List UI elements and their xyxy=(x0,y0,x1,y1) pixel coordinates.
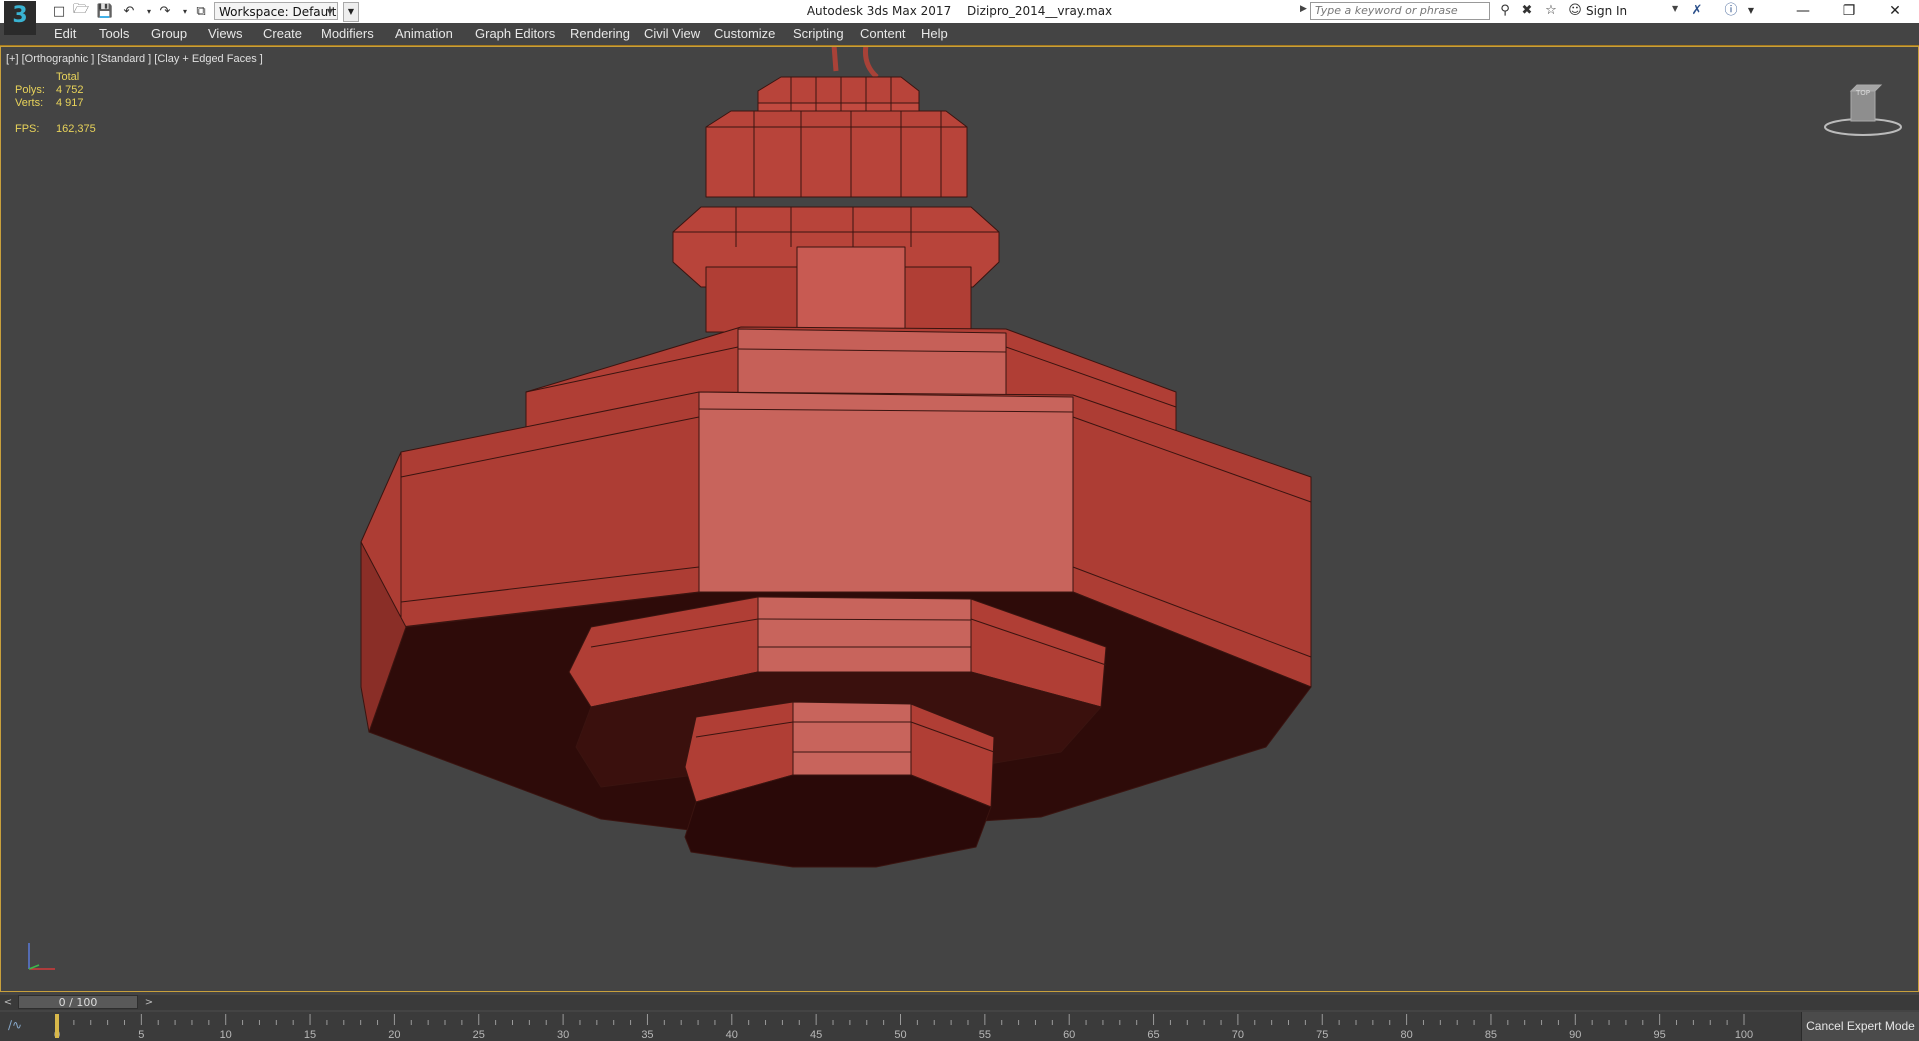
exchange-icon[interactable]: ✗ xyxy=(1688,3,1706,19)
track-tick-label: 45 xyxy=(810,1029,822,1041)
binoculars-icon[interactable]: ⚲ xyxy=(1496,3,1514,19)
track-bar-ruler[interactable]: 0510152025303540455055606570758085909510… xyxy=(0,1012,1800,1041)
file-name: Dizipro_2014__vray.max xyxy=(967,4,1113,18)
previous-frame-button[interactable]: < xyxy=(2,995,14,1010)
help-icon[interactable]: ⓘ xyxy=(1722,3,1740,19)
menu-group[interactable]: Group xyxy=(151,26,187,41)
track-tick-label: 20 xyxy=(388,1029,400,1041)
track-tick-label: 85 xyxy=(1485,1029,1497,1041)
next-frame-button[interactable]: > xyxy=(143,995,155,1010)
track-tick-label: 10 xyxy=(220,1029,232,1041)
close-icon[interactable]: ✕ xyxy=(1872,0,1918,22)
stats-verts-value: 4 917 xyxy=(56,97,84,109)
tools-icon[interactable]: ✖ xyxy=(1518,3,1536,19)
minimize-icon[interactable]: — xyxy=(1780,0,1826,22)
sign-in-button[interactable]: Sign In xyxy=(1586,4,1627,18)
track-tick-label: 70 xyxy=(1232,1029,1244,1041)
track-tick-label: 90 xyxy=(1569,1029,1581,1041)
stats-verts-label: Verts: xyxy=(15,97,44,109)
restore-icon[interactable]: ❐ xyxy=(1826,0,1872,22)
stats-polys-label: Polys: xyxy=(15,84,45,96)
track-tick-label: 55 xyxy=(979,1029,991,1041)
track-tick-label: 35 xyxy=(641,1029,653,1041)
menu-rendering[interactable]: Rendering xyxy=(570,26,630,41)
chevron-down-icon[interactable]: ▼ xyxy=(1672,4,1678,13)
menu-scripting[interactable]: Scripting xyxy=(793,26,844,41)
viewport-perspective[interactable]: [+] [Orthographic ] [Standard ] [Clay + … xyxy=(0,46,1919,992)
viewcube-label: TOP xyxy=(1855,89,1870,97)
time-slider[interactable]: < 0 / 100 > xyxy=(0,995,1919,1010)
track-tick-label: 5 xyxy=(138,1029,144,1041)
search-input[interactable]: Type a keyword or phrase xyxy=(1310,2,1490,20)
menu-customize[interactable]: Customize xyxy=(714,26,775,41)
track-tick-label: 30 xyxy=(557,1029,569,1041)
menu-tools[interactable]: Tools xyxy=(99,26,129,41)
help-dropdown-icon[interactable]: ▼ xyxy=(1742,3,1760,19)
current-frame-marker[interactable] xyxy=(55,1014,59,1038)
viewport-label[interactable]: [+] [Orthographic ] [Standard ] [Clay + … xyxy=(6,53,263,65)
window-title: Autodesk 3ds Max 2017 Dizipro_2014__vray… xyxy=(0,4,1919,18)
menu-civil-view[interactable]: Civil View xyxy=(644,26,700,41)
track-tick-label: 25 xyxy=(473,1029,485,1041)
menu-create[interactable]: Create xyxy=(263,26,302,41)
track-tick-label: 50 xyxy=(894,1029,906,1041)
curve-editor-icon[interactable]: ∕∿ xyxy=(8,1015,32,1035)
lamp-model[interactable] xyxy=(1,47,1918,991)
user-icon[interactable]: ☺ xyxy=(1566,3,1584,19)
menu-animation[interactable]: Animation xyxy=(395,26,453,41)
stats-fps-label: FPS: xyxy=(15,123,40,135)
menu-edit[interactable]: Edit xyxy=(54,26,76,41)
track-bar[interactable]: 0510152025303540455055606570758085909510… xyxy=(0,1012,1919,1041)
app-name: Autodesk 3ds Max 2017 xyxy=(806,4,952,18)
app-logo[interactable]: 3 xyxy=(4,1,36,35)
viewcube-icon[interactable]: TOP xyxy=(1821,81,1905,141)
menu-content[interactable]: Content xyxy=(860,26,906,41)
menu-help[interactable]: Help xyxy=(921,26,948,41)
time-slider-thumb[interactable]: 0 / 100 xyxy=(18,995,138,1009)
track-tick-label: 80 xyxy=(1400,1029,1412,1041)
track-tick-label: 40 xyxy=(726,1029,738,1041)
track-tick-label: 75 xyxy=(1316,1029,1328,1041)
menu-graph-editors[interactable]: Graph Editors xyxy=(475,26,555,41)
track-tick-label: 65 xyxy=(1147,1029,1159,1041)
stats-total-label: Total xyxy=(56,71,80,83)
track-tick-label: 95 xyxy=(1654,1029,1666,1041)
menu-bar: Edit Tools Group Views Create Modifiers … xyxy=(0,23,1919,46)
stats-fps-value: 162,375 xyxy=(56,123,96,135)
search-expand-icon[interactable]: ▶ xyxy=(1300,4,1307,14)
track-tick-label: 15 xyxy=(304,1029,316,1041)
title-bar: 3 □ 🗁 💾 ↶ ▾ ↷ ▾ ⧉ Workspace: Default ▼ ▼… xyxy=(0,0,1919,35)
star-icon[interactable]: ☆ xyxy=(1542,3,1560,19)
track-tick-label: 60 xyxy=(1063,1029,1075,1041)
menu-views[interactable]: Views xyxy=(208,26,242,41)
menu-modifiers[interactable]: Modifiers xyxy=(321,26,374,41)
cancel-expert-mode-button[interactable]: Cancel Expert Mode xyxy=(1801,1012,1919,1041)
axis-tripod-icon xyxy=(28,943,55,970)
stats-polys-value: 4 752 xyxy=(56,84,84,96)
track-tick-label: 100 xyxy=(1735,1029,1753,1041)
